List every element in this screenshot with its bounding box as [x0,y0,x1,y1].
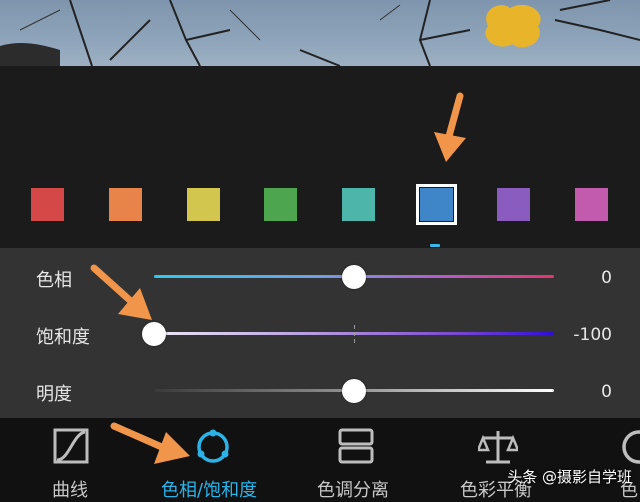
photo-preview [0,0,640,66]
lightness-slider-thumb[interactable] [342,379,366,403]
tab-split-toning[interactable]: 色调分离 [300,418,420,502]
swatch-red[interactable] [31,188,64,221]
saturation-center-tick [354,325,355,343]
color-swatch-panel [0,66,640,248]
swatch-blue[interactable] [416,184,457,225]
tab-color-balance[interactable]: 色彩平衡 [440,418,560,502]
swatch-green[interactable] [264,188,297,221]
swatch-orange[interactable] [109,188,142,221]
swatch-purple[interactable] [497,188,530,221]
hue-label: 色相 [36,270,72,291]
watermark: 头条 @摄影自学班 [507,468,632,486]
swatch-yellow[interactable] [187,188,220,221]
tool-tab-bar: 曲线 色相/饱和度 色调分离 色彩平衡 色 [0,418,640,502]
tab-curves-label: 曲线 [52,480,88,501]
tab-hue-saturation-label: 色相/饱和度 [161,480,258,501]
curve-icon [53,428,89,464]
annotation-arrow-icon [434,92,466,162]
hsl-ring-icon [197,429,229,463]
tab-split-toning-label: 色调分离 [317,480,389,501]
selected-swatch-indicator [430,244,440,247]
hue-slider-thumb[interactable] [342,265,366,289]
split-tone-icon [338,428,374,464]
partial-icon [622,430,640,464]
tree-branches-image [0,0,640,66]
annotation-arrow-icon [110,422,190,464]
swatch-aqua[interactable] [342,188,375,221]
hue-value: 0 [601,268,612,288]
saturation-value: -100 [573,325,612,345]
saturation-label: 饱和度 [36,327,90,348]
lightness-label: 明度 [36,384,72,405]
balance-scale-icon [478,431,518,464]
tab-partial[interactable]: 色 [600,418,640,502]
annotation-arrow-icon [90,264,152,320]
swatch-magenta[interactable] [575,188,608,221]
lightness-value: 0 [601,382,612,402]
